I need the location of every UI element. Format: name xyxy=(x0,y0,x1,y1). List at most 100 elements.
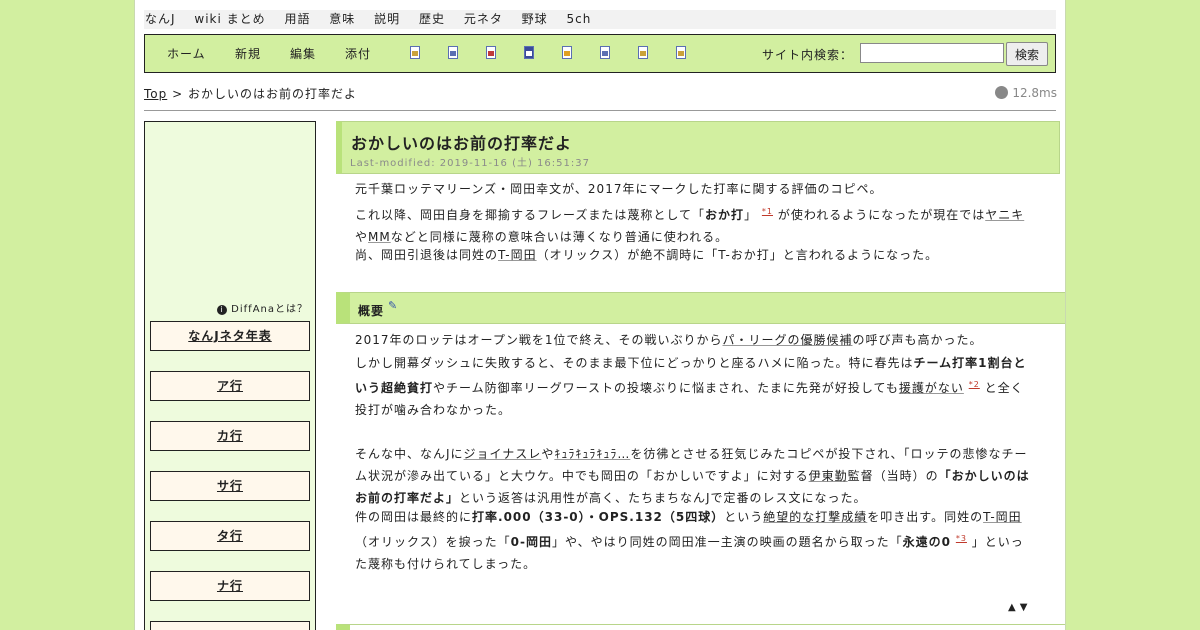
intro-text: 元千葉ロッテマリーンズ・岡田幸文が、2017年にマークした打率に関する評価のコピ… xyxy=(355,182,883,196)
sidebar-item-a[interactable]: ア行 xyxy=(150,371,310,401)
diffana-link[interactable]: i DiffAnaとは？ xyxy=(217,300,308,315)
link-t-okada[interactable]: T-岡田 xyxy=(498,248,537,262)
okada-term: おか打 xyxy=(705,208,745,222)
sidebar-item-next[interactable] xyxy=(150,621,310,630)
sidebar: i DiffAnaとは？ なんJネタ年表 ア行 カ行 サ行 タ行 ナ行 xyxy=(144,121,316,630)
sidebar-item-nenpyo[interactable]: なんJネタ年表 xyxy=(150,321,310,351)
menu-new[interactable]: 新規 xyxy=(235,45,261,62)
link-mm[interactable]: MM xyxy=(368,230,391,244)
breadcrumb-top-link[interactable]: Top xyxy=(144,87,167,101)
link-engo-ganai[interactable]: 援護がない xyxy=(899,381,964,395)
category-link-yougo[interactable]: 用語 xyxy=(284,12,310,26)
intro-paragraph-2: これ以降、岡田自身を揶揄するフレーズまたは蔑称として「おか打」 *1 が使われる… xyxy=(355,201,1035,245)
link-yaniki[interactable]: ヤニキ xyxy=(985,208,1024,222)
backup-icon[interactable] xyxy=(523,46,534,59)
summary-text: の呼び声も高かった。 xyxy=(852,333,983,347)
category-link-yakyu[interactable]: 野球 xyxy=(522,12,548,26)
render-time: 12.8ms xyxy=(995,86,1057,100)
page-title-box: おかしいのはお前の打率だよ Last-modified: 2019-11-16 … xyxy=(336,121,1060,174)
sidebar-item-ka[interactable]: カ行 xyxy=(150,421,310,451)
link-ito-tsutomu[interactable]: 伊東勤 xyxy=(809,469,848,483)
link-pa-league[interactable]: パ・リーグの優勝候補 xyxy=(722,333,852,347)
speedometer-icon xyxy=(995,86,1009,99)
section-heading: 概要 xyxy=(358,304,385,318)
category-link-rekishi[interactable]: 歴史 xyxy=(419,12,445,26)
summary-text: 2017年のロッテはオープン戦を1位で終え、その戦いぶりから xyxy=(355,333,723,347)
sidebar-item-label[interactable]: ナ行 xyxy=(217,579,243,593)
summary-line-1: 2017年のロッテはオープン戦を1位で終え、その戦いぶりからパ・リーグの優勝候補… xyxy=(355,329,1035,351)
site-search-input[interactable] xyxy=(860,43,1004,63)
search-label: サイト内検索： xyxy=(762,48,854,62)
help-icon[interactable] xyxy=(675,46,686,59)
summary-text: を叩き出す。同姓の xyxy=(867,510,984,524)
rename-page-icon[interactable] xyxy=(447,46,458,59)
intro-text: 」 xyxy=(744,208,758,222)
sidebar-item-na[interactable]: ナ行 xyxy=(150,571,310,601)
section-heading-box: 概要 ✎ xyxy=(336,292,1065,324)
page-wrapper: なんJ wiki まとめ 用語 意味 説明 歴史 元ネタ 野球 5ch ホーム … xyxy=(134,0,1066,630)
sidebar-item-ta[interactable]: タ行 xyxy=(150,521,310,551)
category-bar: なんJ wiki まとめ 用語 意味 説明 歴史 元ネタ 野球 5ch xyxy=(144,10,1056,29)
intro-text: などと同様に蔑称の意味合いは薄くなり普通に使われる。 xyxy=(390,230,729,244)
link-zetsubouteki[interactable]: 絶望的な打撃成績 xyxy=(763,510,867,524)
diffana-label[interactable]: DiffAnaとは？ xyxy=(231,304,308,315)
footnote-link-2[interactable]: *2 xyxy=(969,380,980,389)
summary-text: や xyxy=(541,447,555,461)
pencil-edit-icon[interactable]: ✎ xyxy=(388,299,397,312)
render-time-value: 12.8ms xyxy=(1012,86,1057,100)
intro-text: 尚、岡田引退後は同姓の xyxy=(355,248,499,262)
intro-paragraph-3: 尚、岡田引退後は同姓のT-岡田（オリックス）が絶不調時に「T-おか打」と言われる… xyxy=(355,244,1035,266)
divider xyxy=(144,110,1056,111)
category-link-nanj[interactable]: なんJ xyxy=(145,12,176,26)
summary-bold-stats: 打率.000（33-0）・OPS.132（5四球） xyxy=(472,510,725,524)
sidebar-item-label[interactable]: ア行 xyxy=(217,379,243,393)
info-icon: i xyxy=(217,305,228,315)
breadcrumb-separator: > xyxy=(172,87,184,101)
last-modified: Last-modified: 2019-11-16 (土) 16:51:37 xyxy=(350,158,590,169)
diff-icon[interactable] xyxy=(485,46,496,59)
intro-text: や xyxy=(355,230,369,244)
summary-text: という xyxy=(724,510,764,524)
page-title: おかしいのはお前の打率だよ xyxy=(351,134,573,153)
summary-text: という返答は汎用性が高く、たちまちなんJで定番のレス文になった。 xyxy=(459,491,867,505)
sidebar-item-label[interactable]: タ行 xyxy=(217,529,243,543)
list-icon[interactable] xyxy=(599,46,610,59)
breadcrumb: Top > おかしいのはお前の打率だよ xyxy=(144,85,357,102)
summary-text: やチーム防御率リーグワーストの投壊ぶりに悩まされ、たまに先発が好投しても xyxy=(433,381,899,395)
link-t-okada-2[interactable]: T-岡田 xyxy=(983,510,1022,524)
menu-attach[interactable]: 添付 xyxy=(345,45,371,62)
summary-text: 監督（当時）の xyxy=(847,469,939,483)
link-kyurakyura[interactable]: ｷｭﾗｷｭﾗｷｭﾗ… xyxy=(554,447,630,461)
category-link-5ch[interactable]: 5ch xyxy=(567,12,592,26)
recent-icon[interactable] xyxy=(637,46,648,59)
category-link-setsumei[interactable]: 説明 xyxy=(374,12,400,26)
next-section-heading-box xyxy=(336,624,1065,630)
copy-page-icon[interactable] xyxy=(409,46,420,59)
sidebar-item-label[interactable]: サ行 xyxy=(217,479,243,493)
freeze-icon[interactable] xyxy=(561,46,572,59)
intro-text: （オリックス）が絶不調時に「T-おか打」と言われるようになった。 xyxy=(536,248,939,262)
category-link-wiki[interactable]: wiki まとめ xyxy=(194,12,265,26)
breadcrumb-current: おかしいのはお前の打率だよ xyxy=(187,87,357,101)
menu-home[interactable]: ホーム xyxy=(167,45,206,62)
summary-line-3: そんな中、なんJにジョイナスレやｷｭﾗｷｭﾗｷｭﾗ…を彷彿とさせる狂気じみたコピ… xyxy=(355,443,1035,509)
summary-text: 件の岡田は最終的に xyxy=(355,510,473,524)
category-link-motoneta[interactable]: 元ネタ xyxy=(464,12,503,26)
sidebar-item-label[interactable]: カ行 xyxy=(217,429,243,443)
sidebar-item-label[interactable]: なんJネタ年表 xyxy=(188,329,271,343)
footnote-link-1[interactable]: *1 xyxy=(762,207,773,216)
menu-edit[interactable]: 編集 xyxy=(290,45,316,62)
intro-paragraph-1: 元千葉ロッテマリーンズ・岡田幸文が、2017年にマークした打率に関する評価のコピ… xyxy=(355,178,1035,200)
link-joinasure[interactable]: ジョイナスレ xyxy=(464,447,542,461)
search-button[interactable]: 検索 xyxy=(1006,42,1048,66)
summary-line-2: しかし開幕ダッシュに失敗すると、そのまま最下位にどっかりと座るハメに陥った。特に… xyxy=(355,352,1035,421)
summary-text: 」や、やはり同姓の岡田准一主演の映画の題名から取った「 xyxy=(552,535,903,549)
summary-bold-eien: 永遠の0 xyxy=(902,535,952,549)
footnote-link-3[interactable]: *3 xyxy=(956,534,967,543)
intro-text: が使われるようになったが現在では xyxy=(773,208,986,222)
category-link-imi[interactable]: 意味 xyxy=(329,12,355,26)
summary-bold-0okada: 0-岡田 xyxy=(510,535,552,549)
scroll-up-down-arrows[interactable]: ▲▼ xyxy=(1008,602,1031,613)
intro-text: これ以降、岡田自身を揶揄するフレーズまたは蔑称として「 xyxy=(355,208,706,222)
sidebar-item-sa[interactable]: サ行 xyxy=(150,471,310,501)
